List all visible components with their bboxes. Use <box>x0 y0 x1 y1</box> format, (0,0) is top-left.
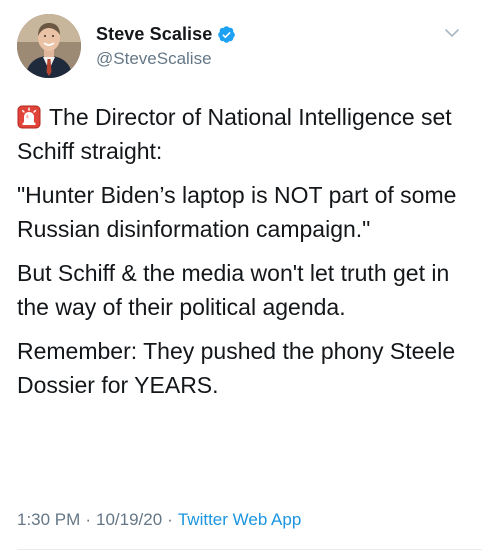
tweet-paragraph: But Schiff & the media won't let truth g… <box>17 260 450 320</box>
chevron-down-icon[interactable] <box>443 24 461 42</box>
tweet-card: Steve Scalise @SteveScalise The Director… <box>0 0 482 550</box>
tweet-time[interactable]: 1:30 PM <box>17 510 80 530</box>
meta-separator: · <box>85 510 91 529</box>
siren-icon <box>17 104 41 129</box>
display-name[interactable]: Steve Scalise <box>96 24 212 45</box>
tweet-date[interactable]: 10/19/20 <box>96 510 162 530</box>
tweet-paragraph-text: The Director of National Intelligence se… <box>17 104 452 164</box>
tweet-header: Steve Scalise @SteveScalise <box>17 14 467 80</box>
tweet-source-link[interactable]: Twitter Web App <box>178 510 301 530</box>
tweet-paragraph: "Hunter Biden’s laptop is NOT part of so… <box>17 182 457 242</box>
verified-badge-icon <box>217 25 236 44</box>
display-name-row: Steve Scalise <box>96 22 236 46</box>
author-names: Steve Scalise @SteveScalise <box>96 22 236 69</box>
tweet-paragraph: The Director of National Intelligence se… <box>17 100 469 168</box>
avatar[interactable] <box>17 14 81 78</box>
avatar-photo <box>17 14 81 78</box>
meta-separator: · <box>167 510 173 529</box>
author-handle[interactable]: @SteveScalise <box>96 49 236 69</box>
tweet-paragraph: Remember: They pushed the phony Steele D… <box>17 338 456 398</box>
tweet-metadata: 1:30 PM · 10/19/20 · Twitter Web App <box>17 510 301 530</box>
tweet-text: The Director of National Intelligence se… <box>17 100 469 412</box>
